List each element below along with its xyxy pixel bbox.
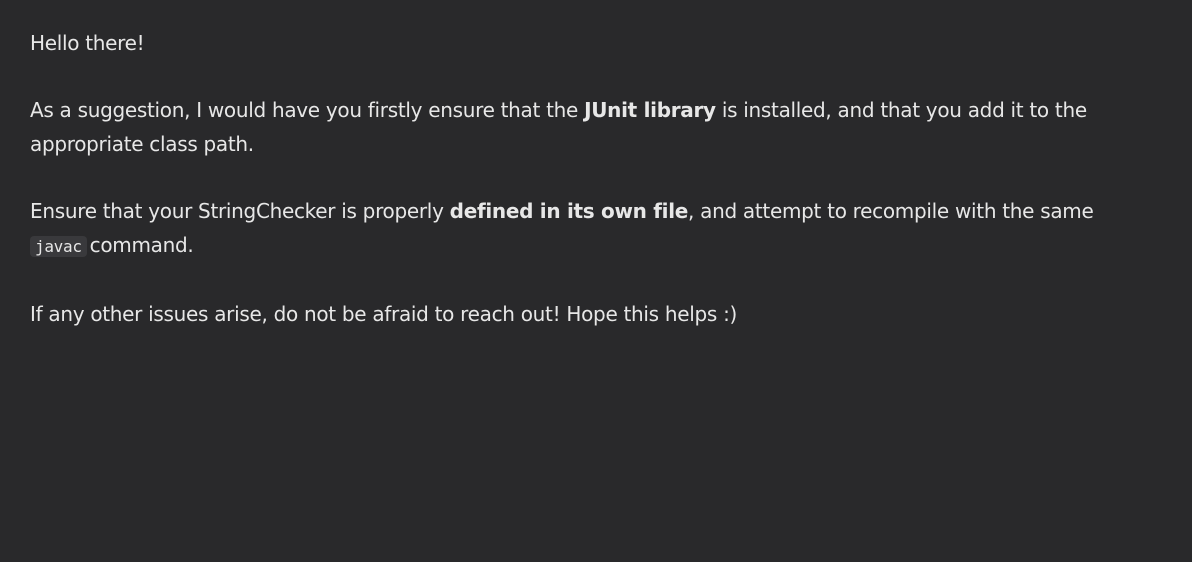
own-file-emphasis: defined in its own file (449, 199, 689, 223)
junit-suggestion-before: As a suggestion, I would have you firstl… (30, 98, 585, 122)
recompile-after: command. (89, 233, 194, 257)
greeting-text: Hello there! (30, 31, 145, 55)
chat-message: Hello there! As a suggestion, I would ha… (0, 0, 1192, 562)
closing-text: If any other issues arise, do not be afr… (30, 302, 738, 326)
junit-suggestion-paragraph: As a suggestion, I would have you firstl… (30, 93, 1162, 161)
recompile-before: Ensure that your StringChecker is proper… (30, 199, 450, 223)
recompile-middle: , and attempt to recompile with the same (688, 199, 1094, 223)
javac-inline-code: javac (30, 236, 87, 257)
closing-paragraph: If any other issues arise, do not be afr… (30, 297, 1162, 331)
recompile-paragraph: Ensure that your StringChecker is proper… (30, 194, 1162, 264)
junit-library-emphasis: JUnit library (584, 98, 716, 122)
greeting-paragraph: Hello there! (30, 26, 1162, 60)
